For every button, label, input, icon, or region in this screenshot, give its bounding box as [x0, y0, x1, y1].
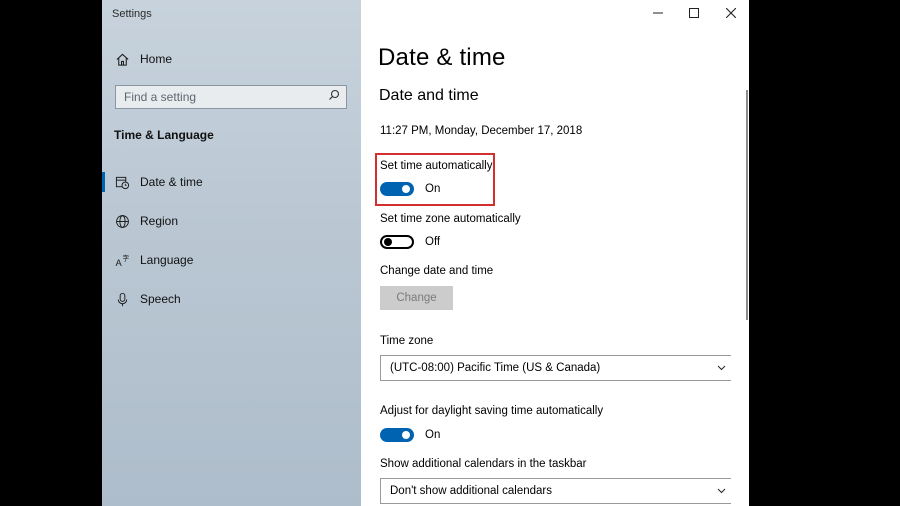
- change-button[interactable]: Change: [380, 286, 453, 310]
- daylight-saving-label: Adjust for daylight saving time automati…: [380, 405, 604, 417]
- globe-icon: [114, 213, 130, 229]
- set-time-auto-label: Set time automatically: [380, 160, 493, 172]
- toggle-knob: [384, 238, 392, 246]
- home-icon: [114, 51, 130, 67]
- additional-calendars-value: Don't show additional calendars: [390, 485, 553, 497]
- search-input[interactable]: [124, 90, 314, 104]
- time-zone-value: (UTC-08:00) Pacific Time (US & Canada): [390, 362, 601, 374]
- change-date-time-label: Change date and time: [380, 265, 494, 277]
- window-title: Settings: [112, 8, 152, 20]
- sidebar-item-speech[interactable]: Speech: [114, 288, 181, 310]
- sidebar-item-region[interactable]: Region: [114, 210, 178, 232]
- minimize-button[interactable]: [643, 4, 673, 24]
- toggle-switch[interactable]: [380, 182, 414, 196]
- svg-text:A: A: [115, 258, 122, 268]
- close-icon: [725, 5, 737, 23]
- additional-calendars-label: Show additional calendars in the taskbar: [380, 458, 587, 470]
- toggle-state: Off: [425, 236, 441, 248]
- active-indicator: [102, 172, 105, 192]
- toggle-knob: [402, 185, 410, 193]
- toggle-switch[interactable]: [380, 235, 414, 249]
- toggle-switch[interactable]: [380, 428, 414, 442]
- time-zone-label: Time zone: [380, 335, 434, 347]
- maximize-icon: [689, 5, 699, 23]
- sidebar-item-label: Date & time: [140, 175, 203, 189]
- chevron-down-icon: [717, 362, 726, 374]
- settings-window: Settings Home Time & Language Date & tim…: [102, 0, 749, 506]
- current-datetime: 11:27 PM, Monday, December 17, 2018: [380, 125, 583, 137]
- toggle-knob: [402, 431, 410, 439]
- svg-text:字: 字: [122, 253, 129, 262]
- toggle-state: On: [425, 183, 441, 195]
- sidebar-item-label: Home: [140, 52, 173, 66]
- microphone-icon: [114, 291, 130, 307]
- sidebar-item-home[interactable]: Home: [114, 48, 172, 70]
- section-title: Date and time: [379, 87, 479, 104]
- sidebar-item-language[interactable]: A字 Language: [114, 249, 193, 271]
- set-timezone-auto-toggle[interactable]: Off: [380, 235, 440, 249]
- scrollbar[interactable]: [746, 90, 748, 320]
- content-pane: Date & time Date and time 11:27 PM, Mond…: [361, 0, 749, 506]
- sidebar: Settings Home Time & Language Date & tim…: [102, 0, 361, 506]
- chevron-down-icon: [717, 485, 726, 497]
- sidebar-item-date-time[interactable]: Date & time: [114, 171, 203, 193]
- calendar-clock-icon: [114, 174, 130, 190]
- page-title: Date & time: [378, 44, 506, 71]
- additional-calendars-dropdown[interactable]: Don't show additional calendars: [380, 478, 731, 504]
- set-timezone-auto-label: Set time zone automatically: [380, 213, 521, 225]
- sidebar-item-label: Region: [140, 214, 179, 228]
- section-heading: Time & Language: [114, 128, 214, 142]
- maximize-button[interactable]: [679, 4, 709, 24]
- time-zone-dropdown[interactable]: (UTC-08:00) Pacific Time (US & Canada): [380, 355, 731, 381]
- toggle-state: On: [425, 429, 441, 441]
- sidebar-item-label: Speech: [140, 292, 181, 306]
- search-icon[interactable]: [328, 88, 340, 106]
- language-icon: A字: [114, 252, 130, 268]
- sidebar-item-label: Language: [140, 253, 194, 267]
- minimize-icon: [653, 5, 663, 23]
- close-button[interactable]: [716, 4, 746, 24]
- set-time-auto-toggle[interactable]: On: [380, 182, 440, 196]
- daylight-saving-toggle[interactable]: On: [380, 428, 440, 442]
- search-box[interactable]: [115, 85, 347, 109]
